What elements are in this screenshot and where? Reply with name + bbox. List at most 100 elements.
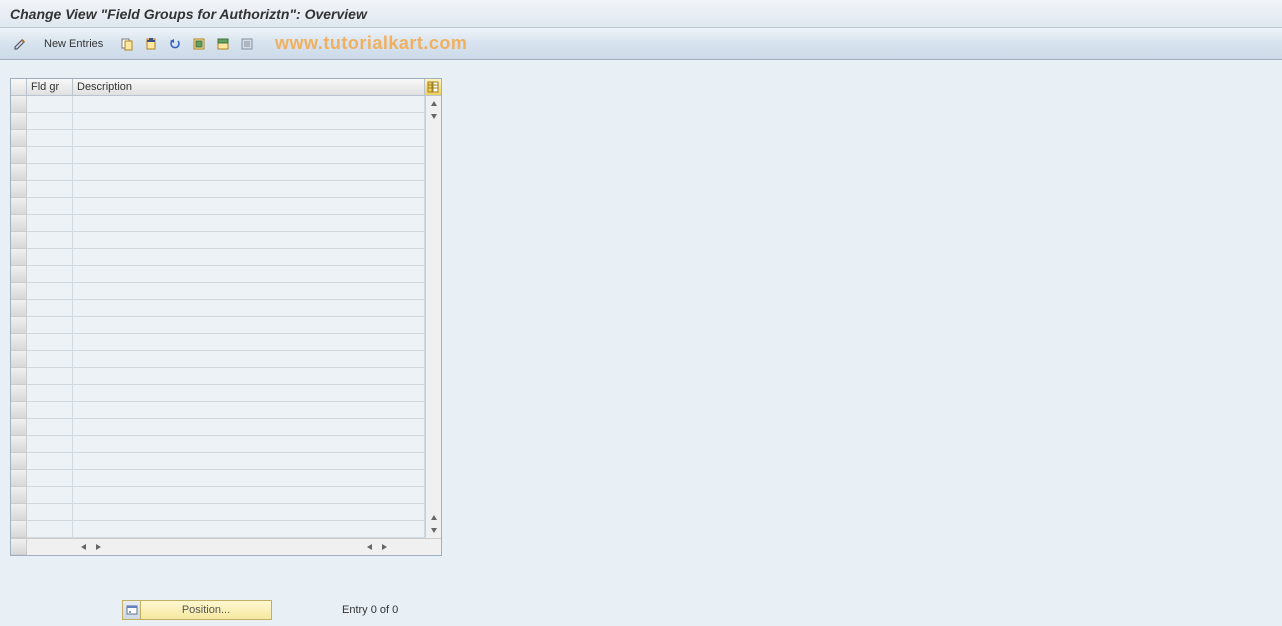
delete-icon[interactable]: [141, 34, 161, 54]
position-button[interactable]: Position...: [122, 600, 272, 620]
cell-description[interactable]: [73, 487, 425, 504]
row-selector[interactable]: [11, 96, 27, 113]
cell-fld-gr[interactable]: [27, 368, 73, 385]
cell-fld-gr[interactable]: [27, 113, 73, 130]
scroll-right-end-icon[interactable]: [378, 541, 390, 553]
row-selector[interactable]: [11, 300, 27, 317]
row-selector[interactable]: [11, 402, 27, 419]
row-selector[interactable]: [11, 368, 27, 385]
cell-description[interactable]: [73, 300, 425, 317]
cell-description[interactable]: [73, 130, 425, 147]
cell-description[interactable]: [73, 368, 425, 385]
row-selector[interactable]: [11, 470, 27, 487]
vertical-scrollbar[interactable]: [425, 96, 441, 538]
cell-fld-gr[interactable]: [27, 504, 73, 521]
cell-description[interactable]: [73, 266, 425, 283]
row-selector[interactable]: [11, 113, 27, 130]
cell-description[interactable]: [73, 147, 425, 164]
cell-fld-gr[interactable]: [27, 385, 73, 402]
cell-fld-gr[interactable]: [27, 351, 73, 368]
cell-description[interactable]: [73, 402, 425, 419]
row-selector[interactable]: [11, 266, 27, 283]
row-selector[interactable]: [11, 453, 27, 470]
row-selector[interactable]: [11, 351, 27, 368]
cell-description[interactable]: [73, 470, 425, 487]
cell-fld-gr[interactable]: [27, 215, 73, 232]
scroll-up-bottom-icon[interactable]: [428, 512, 440, 524]
scroll-down-bottom-icon[interactable]: [428, 524, 440, 536]
cell-fld-gr[interactable]: [27, 402, 73, 419]
cell-fld-gr[interactable]: [27, 470, 73, 487]
cell-fld-gr[interactable]: [27, 130, 73, 147]
cell-fld-gr[interactable]: [27, 521, 73, 538]
row-selector[interactable]: [11, 419, 27, 436]
cell-fld-gr[interactable]: [27, 487, 73, 504]
cell-description[interactable]: [73, 283, 425, 300]
cell-description[interactable]: [73, 198, 425, 215]
undo-change-icon[interactable]: [165, 34, 185, 54]
scroll-down-icon[interactable]: [428, 110, 440, 122]
cell-description[interactable]: [73, 504, 425, 521]
cell-description[interactable]: [73, 164, 425, 181]
scroll-left-icon[interactable]: [78, 541, 90, 553]
row-selector[interactable]: [11, 198, 27, 215]
cell-description[interactable]: [73, 351, 425, 368]
row-selector[interactable]: [11, 317, 27, 334]
select-block-icon[interactable]: [213, 34, 233, 54]
cell-description[interactable]: [73, 96, 425, 113]
cell-description[interactable]: [73, 249, 425, 266]
row-selector[interactable]: [11, 385, 27, 402]
cell-fld-gr[interactable]: [27, 266, 73, 283]
cell-description[interactable]: [73, 419, 425, 436]
row-selector[interactable]: [11, 215, 27, 232]
cell-fld-gr[interactable]: [27, 317, 73, 334]
horizontal-scrollbar[interactable]: [11, 538, 441, 555]
cell-fld-gr[interactable]: [27, 436, 73, 453]
row-selector[interactable]: [11, 130, 27, 147]
row-selector[interactable]: [11, 232, 27, 249]
cell-description[interactable]: [73, 334, 425, 351]
copy-as-icon[interactable]: [117, 34, 137, 54]
cell-description[interactable]: [73, 232, 425, 249]
cell-description[interactable]: [73, 317, 425, 334]
column-header-fld-gr[interactable]: Fld gr: [27, 79, 73, 95]
row-selector[interactable]: [11, 334, 27, 351]
cell-fld-gr[interactable]: [27, 334, 73, 351]
row-selector[interactable]: [11, 181, 27, 198]
cell-description[interactable]: [73, 521, 425, 538]
row-selector[interactable]: [11, 436, 27, 453]
cell-description[interactable]: [73, 215, 425, 232]
cell-fld-gr[interactable]: [27, 147, 73, 164]
row-selector[interactable]: [11, 487, 27, 504]
select-all-icon[interactable]: [189, 34, 209, 54]
cell-fld-gr[interactable]: [27, 198, 73, 215]
toggle-display-change-icon[interactable]: [10, 34, 30, 54]
row-selector[interactable]: [11, 521, 27, 538]
cell-fld-gr[interactable]: [27, 164, 73, 181]
cell-description[interactable]: [73, 181, 425, 198]
cell-fld-gr[interactable]: [27, 453, 73, 470]
cell-fld-gr[interactable]: [27, 283, 73, 300]
new-entries-button[interactable]: New Entries: [36, 36, 111, 52]
scroll-right-icon[interactable]: [92, 541, 104, 553]
scroll-up-icon[interactable]: [428, 98, 440, 110]
scroll-left-end-icon[interactable]: [364, 541, 376, 553]
cell-description[interactable]: [73, 113, 425, 130]
row-selector[interactable]: [11, 147, 27, 164]
cell-fld-gr[interactable]: [27, 300, 73, 317]
cell-description[interactable]: [73, 385, 425, 402]
deselect-all-icon[interactable]: [237, 34, 257, 54]
cell-fld-gr[interactable]: [27, 249, 73, 266]
row-selector[interactable]: [11, 504, 27, 521]
column-header-selector[interactable]: [11, 79, 27, 95]
cell-fld-gr[interactable]: [27, 181, 73, 198]
row-selector[interactable]: [11, 249, 27, 266]
column-header-description[interactable]: Description: [73, 79, 425, 95]
cell-description[interactable]: [73, 453, 425, 470]
cell-description[interactable]: [73, 436, 425, 453]
row-selector[interactable]: [11, 283, 27, 300]
table-settings-icon[interactable]: [425, 79, 441, 95]
cell-fld-gr[interactable]: [27, 232, 73, 249]
row-selector[interactable]: [11, 164, 27, 181]
cell-fld-gr[interactable]: [27, 419, 73, 436]
